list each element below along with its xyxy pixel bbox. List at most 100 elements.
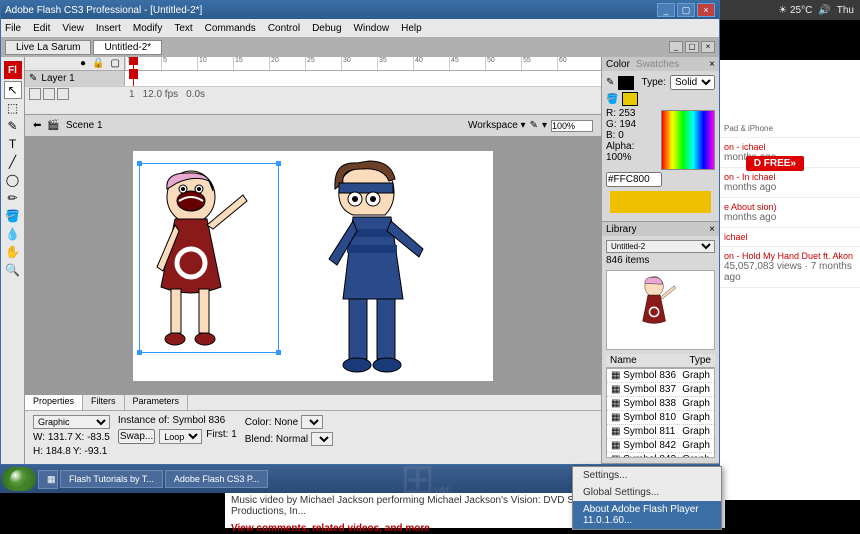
w-field[interactable]: W: 131.7 — [33, 432, 73, 443]
quick-launch[interactable]: ▦ — [38, 470, 58, 489]
new-folder-button[interactable] — [43, 88, 55, 100]
library-item[interactable]: ▦ Symbol 838Graph — [607, 397, 714, 411]
lib-col-type[interactable]: Type — [685, 354, 715, 367]
library-item[interactable]: ▦ Symbol 811Graph — [607, 425, 714, 439]
lock-icon[interactable]: 🔒 — [92, 58, 104, 69]
menu-edit[interactable]: Edit — [33, 23, 50, 34]
stage[interactable] — [133, 151, 493, 381]
frames-area[interactable] — [125, 71, 601, 86]
library-item[interactable]: ▦ Symbol 836Graph — [607, 369, 714, 383]
maximize-button[interactable]: ▢ — [677, 3, 695, 17]
menu-window[interactable]: Window — [354, 23, 390, 34]
taskbar-task[interactable]: Adobe Flash CS3 P... — [165, 470, 268, 488]
close-button[interactable]: × — [697, 3, 715, 17]
fill-swatch[interactable] — [622, 92, 638, 106]
color-tab[interactable]: Color — [606, 59, 630, 70]
doc-tab[interactable]: Untitled-2* — [93, 40, 162, 55]
yt-video-item[interactable]: ichael — [720, 228, 860, 247]
character-1[interactable] — [147, 167, 271, 349]
tool-0[interactable]: ↖ — [4, 81, 22, 99]
tool-9[interactable]: ✋ — [4, 243, 22, 261]
menu-view[interactable]: View — [62, 23, 84, 34]
doc-tab[interactable]: Live La Sarum — [5, 40, 91, 55]
menu-insert[interactable]: Insert — [96, 23, 121, 34]
library-item[interactable]: ▦ Symbol 843Graph — [607, 453, 714, 458]
library-item[interactable]: ▦ Symbol 810Graph — [607, 411, 714, 425]
first-frame[interactable]: First: 1 — [206, 429, 237, 444]
menu-text[interactable]: Text — [174, 23, 192, 34]
eye-icon[interactable]: ● — [80, 58, 86, 69]
color-select[interactable] — [301, 415, 323, 429]
context-menu-item[interactable]: About Adobe Flash Player 11.0.1.60... — [573, 501, 721, 529]
outline-icon[interactable]: ▢ — [111, 58, 120, 69]
doc-minimize[interactable]: _ — [669, 41, 683, 53]
hex-input[interactable] — [606, 172, 662, 187]
loop-select[interactable]: Loop — [159, 429, 202, 444]
menu-debug[interactable]: Debug — [312, 23, 341, 34]
free-button[interactable]: D FREE» — [746, 156, 804, 171]
tool-7[interactable]: 🪣 — [4, 207, 22, 225]
taskbar-task[interactable]: Flash Tutorials by T... — [60, 470, 163, 488]
library-item[interactable]: ▦ Symbol 837Graph — [607, 383, 714, 397]
type-select[interactable]: Solid — [670, 75, 715, 90]
tool-10[interactable]: 🔍 — [4, 261, 22, 279]
prop-tab-properties[interactable]: Properties — [25, 395, 83, 410]
color-panel-close[interactable]: × — [709, 59, 715, 70]
menu-file[interactable]: File — [5, 23, 21, 34]
character-2[interactable] — [313, 159, 463, 379]
blend-select[interactable] — [311, 432, 333, 446]
tool-8[interactable]: 💧 — [4, 225, 22, 243]
library-list[interactable]: ▦ Symbol 836Graph▦ Symbol 837Graph▦ Symb… — [606, 368, 715, 458]
context-menu-item[interactable]: Settings... — [573, 467, 721, 484]
tool-1[interactable]: ⬚ — [4, 99, 22, 117]
layer-row[interactable]: ✎ Layer 1 — [25, 71, 125, 86]
instance-type-select[interactable]: Graphic — [33, 415, 110, 429]
color-picker[interactable] — [661, 110, 715, 170]
lib-col-name[interactable]: Name — [606, 354, 685, 367]
menu-control[interactable]: Control — [268, 23, 300, 34]
symbol-edit-icon[interactable]: ✎ — [530, 120, 538, 131]
context-menu-item[interactable]: Global Settings... — [573, 484, 721, 501]
yt-video-item[interactable]: on - Hold My Hand Duet ft. Akon45,057,08… — [720, 247, 860, 288]
tool-2[interactable]: ✎ — [4, 117, 22, 135]
h-field[interactable]: H: 184.8 — [33, 446, 71, 457]
minimize-button[interactable]: _ — [657, 3, 675, 17]
doc-restore[interactable]: ▢ — [685, 41, 699, 53]
timeline-ruler[interactable]: 151015202530354045505560 — [125, 57, 601, 70]
scene-dropdown-icon[interactable]: ▾ — [542, 120, 547, 131]
g-label[interactable]: G: 194 — [606, 119, 636, 130]
tool-6[interactable]: ✏ — [4, 189, 22, 207]
sound-icon[interactable]: 🔊 — [818, 5, 830, 16]
x-field[interactable]: X: -83.5 — [75, 432, 110, 443]
tool-5[interactable]: ◯ — [4, 171, 22, 189]
delete-layer-button[interactable] — [57, 88, 69, 100]
menu-commands[interactable]: Commands — [205, 23, 256, 34]
stroke-pencil-icon[interactable]: ✎ — [606, 77, 614, 88]
library-tab[interactable]: Library — [606, 224, 637, 235]
library-item[interactable]: ▦ Symbol 842Graph — [607, 439, 714, 453]
back-icon[interactable]: ⬅ — [33, 120, 41, 131]
library-doc-select[interactable]: Untitled-2 — [606, 240, 715, 253]
yt-video-item[interactable]: on - In ichaelmonths ago — [720, 168, 860, 198]
workspace-dropdown[interactable]: Workspace ▾ — [468, 120, 526, 131]
prop-tab-filters[interactable]: Filters — [83, 395, 125, 410]
zoom-input[interactable] — [551, 120, 593, 132]
tool-4[interactable]: ╱ — [4, 153, 22, 171]
start-button[interactable] — [2, 467, 36, 491]
swatches-tab[interactable]: Swatches — [636, 59, 679, 70]
alpha-label[interactable]: Alpha: 100% — [606, 141, 657, 163]
stage-wrap[interactable] — [25, 137, 601, 394]
yt-video-item[interactable]: e About sion)months ago — [720, 198, 860, 228]
fill-bucket-icon[interactable]: 🪣 — [606, 94, 618, 105]
y-field[interactable]: Y: -93.1 — [73, 446, 107, 457]
doc-close[interactable]: × — [701, 41, 715, 53]
stroke-swatch[interactable] — [618, 76, 634, 90]
r-label[interactable]: R: 253 — [606, 108, 635, 119]
menu-help[interactable]: Help — [401, 23, 422, 34]
prop-tab-parameters[interactable]: Parameters — [125, 395, 189, 410]
library-close[interactable]: × — [709, 224, 715, 235]
new-layer-button[interactable] — [29, 88, 41, 100]
tool-3[interactable]: T — [4, 135, 22, 153]
swap-button[interactable]: Swap... — [118, 429, 155, 444]
b-label[interactable]: B: 0 — [606, 130, 624, 141]
